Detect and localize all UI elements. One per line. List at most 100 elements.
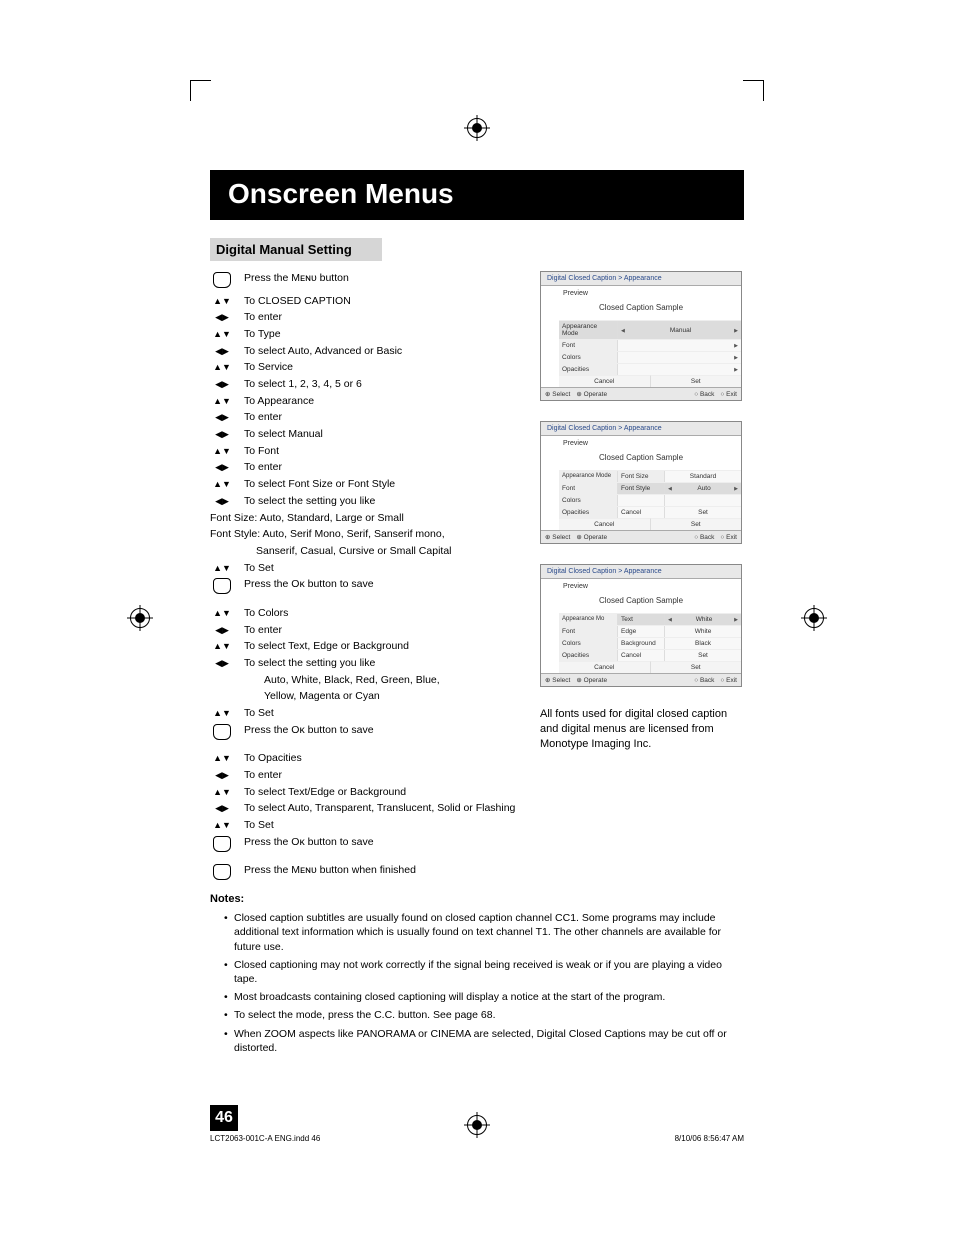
instruction-text: To select Text, Edge or Background (244, 639, 520, 654)
crop-mark (743, 80, 764, 101)
instruction-step: ◀▶ To enter (210, 460, 520, 475)
osd-panel-colors: Digital Closed Caption > Appearance Prev… (540, 564, 742, 687)
instruction-step: ▲▼ To Type (210, 327, 520, 342)
registration-mark (804, 608, 824, 628)
instruction-text: To Opacities (244, 751, 520, 766)
osd-breadcrumb: Digital Closed Caption > Appearance (541, 422, 741, 436)
up-down-arrows-icon: ▲▼ (213, 362, 231, 372)
screenshots-column: Digital Closed Caption > Appearance Prev… (540, 271, 744, 907)
instruction-text: Press the Oᴋ button to save (244, 835, 520, 850)
instruction-text: Press the Mᴇɴᴜ button when finished (244, 863, 520, 878)
font-size-line: Font Size: Auto, Standard, Large or Smal… (210, 511, 520, 526)
instruction-step: ▲▼ To Font (210, 444, 520, 459)
left-right-arrows-icon: ◀▶ (215, 346, 229, 356)
instruction-text: To Set (244, 818, 520, 833)
notes-label: Notes: (210, 892, 520, 907)
instruction-text: To enter (244, 410, 520, 425)
up-down-arrows-icon: ▲▼ (213, 820, 231, 830)
left-right-arrows-icon: ◀▶ (215, 770, 229, 780)
instruction-step: ▲▼ To select Text/Edge or Background (210, 785, 520, 800)
instruction-step: Press the Oᴋ button to save (210, 835, 520, 856)
instruction-text: To Appearance (244, 394, 520, 409)
instruction-step: ◀▶To enter (210, 410, 520, 425)
note-item: Closed caption subtitles are usually fou… (224, 911, 744, 954)
footer-file: LCT2063-001C-A ENG.indd 46 (210, 1134, 320, 1143)
instruction-text: To Set (244, 706, 520, 721)
hand-press-icon (213, 864, 231, 880)
instruction-text: To select Text/Edge or Background (244, 785, 520, 800)
instruction-text: To enter (244, 460, 520, 475)
left-right-arrows-icon: ◀▶ (215, 658, 229, 668)
instruction-step: ▲▼ To select Font Size or Font Style (210, 477, 520, 492)
hand-press-icon (213, 578, 231, 594)
instruction-text: To select Font Size or Font Style (244, 477, 520, 492)
instruction-text: To CLOSED CAPTION (244, 294, 520, 309)
osd-breadcrumb: Digital Closed Caption > Appearance (541, 565, 741, 579)
instructions-column: Press the Mᴇɴᴜ button▲▼To CLOSED CAPTION… (210, 271, 520, 907)
hand-press-icon (213, 272, 231, 288)
note-item: Closed captioning may not work correctly… (224, 958, 744, 986)
section-heading: Digital Manual Setting (210, 238, 382, 261)
up-down-arrows-icon: ▲▼ (213, 329, 231, 339)
up-down-arrows-icon: ▲▼ (213, 479, 231, 489)
left-right-arrows-icon: ◀▶ (215, 379, 229, 389)
instruction-text: To select the setting you like (244, 494, 520, 509)
instruction-step: Press the Oᴋ button to save (210, 577, 520, 598)
up-down-arrows-icon: ▲▼ (213, 446, 231, 456)
print-footer: LCT2063-001C-A ENG.indd 46 8/10/06 8:56:… (210, 1134, 744, 1143)
crop-mark (190, 80, 211, 101)
instruction-step: ◀▶ To select Auto, Transparent, Transluce… (210, 801, 520, 816)
note-item: When ZOOM aspects like PANORAMA or CINEM… (224, 1027, 744, 1055)
colors-options-line1: Auto, White, Black, Red, Green, Blue, (210, 673, 520, 688)
registration-mark (467, 118, 487, 138)
instruction-step: ◀▶ To select Manual (210, 427, 520, 442)
instruction-step: ▲▼ To Set (210, 818, 520, 833)
left-right-arrows-icon: ◀▶ (215, 429, 229, 439)
left-right-arrows-icon: ◀▶ (215, 803, 229, 813)
up-down-arrows-icon: ▲▼ (213, 787, 231, 797)
instruction-text: To enter (244, 623, 520, 638)
instruction-text: To select Manual (244, 427, 520, 442)
instruction-text: To select Auto, Advanced or Basic (244, 344, 520, 359)
left-right-arrows-icon: ◀▶ (215, 496, 229, 506)
instruction-text: Press the Oᴋ button to save (244, 723, 520, 738)
footer-timestamp: 8/10/06 8:56:47 AM (675, 1134, 744, 1143)
instruction-step: ▲▼ To CLOSED CAPTION (210, 294, 520, 309)
up-down-arrows-icon: ▲▼ (213, 296, 231, 306)
instruction-step: ▲▼ To Opacities (210, 751, 520, 766)
up-down-arrows-icon: ▲▼ (213, 563, 231, 573)
instruction-step: ▲▼To Colors (210, 606, 520, 621)
registration-mark (130, 608, 150, 628)
instruction-step: ◀▶ To enter (210, 310, 520, 325)
instruction-text: To select Auto, Transparent, Translucent… (244, 801, 520, 816)
instruction-text: To Colors (244, 606, 520, 621)
hand-press-icon (213, 724, 231, 740)
note-item: Most broadcasts containing closed captio… (224, 990, 744, 1004)
osd-breadcrumb: Digital Closed Caption > Appearance (541, 272, 741, 286)
note-item: To select the mode, press the C.C. butto… (224, 1008, 744, 1022)
instruction-step: ◀▶To enter (210, 768, 520, 783)
up-down-arrows-icon: ▲▼ (213, 641, 231, 651)
instruction-step: ▲▼To Set (210, 561, 520, 576)
instruction-text: To Type (244, 327, 520, 342)
instruction-text: To enter (244, 310, 520, 325)
up-down-arrows-icon: ▲▼ (213, 708, 231, 718)
up-down-arrows-icon: ▲▼ (213, 396, 231, 406)
osd-panel-appearance-mode: Digital Closed Caption > Appearance Prev… (540, 271, 742, 401)
left-right-arrows-icon: ◀▶ (215, 462, 229, 472)
up-down-arrows-icon: ▲▼ (213, 753, 231, 763)
hand-press-icon (213, 836, 231, 852)
instruction-step: ▲▼ To Appearance (210, 394, 520, 409)
osd-panel-font: Digital Closed Caption > Appearance Prev… (540, 421, 742, 544)
left-right-arrows-icon: ◀▶ (215, 625, 229, 635)
instruction-text: To Service (244, 360, 520, 375)
instruction-step: ◀▶To select the setting you like (210, 656, 520, 671)
notes-list: Closed caption subtitles are usually fou… (210, 911, 744, 1055)
instruction-step: Press the Oᴋ button to save (210, 723, 520, 744)
instruction-text: To Font (244, 444, 520, 459)
instruction-step: ◀▶ To select the setting you like (210, 494, 520, 509)
left-right-arrows-icon: ◀▶ (215, 312, 229, 322)
font-style-line: Font Style: Auto, Serif Mono, Serif, San… (210, 527, 520, 542)
instruction-text: Press the Oᴋ button to save (244, 577, 520, 592)
page-number: 46 (210, 1105, 238, 1131)
